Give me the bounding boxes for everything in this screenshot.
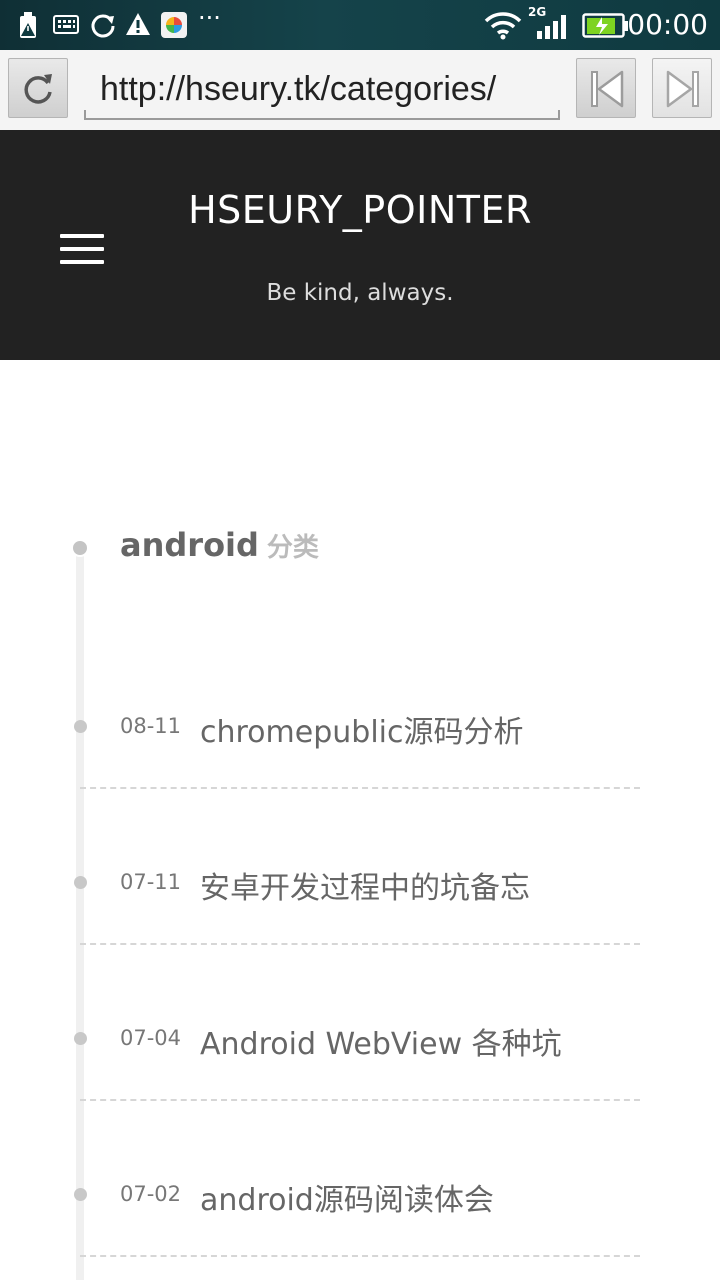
- back-button[interactable]: [576, 58, 636, 118]
- more-notifications-icon: ···: [198, 4, 221, 32]
- browser-toolbar: http://hseury.tk/categories/: [0, 50, 720, 130]
- post-date: 07-11: [120, 870, 182, 894]
- timeline-dot: [74, 1188, 87, 1201]
- sync-icon: [89, 11, 117, 44]
- wifi-icon: [484, 10, 522, 45]
- category-heading: android 分类: [120, 526, 319, 564]
- post-item[interactable]: 07-02 android源码阅读体会: [74, 1101, 640, 1257]
- post-title-link[interactable]: 安卓开发过程中的坑备忘: [200, 863, 530, 907]
- category-archive: android 分类 08-11 chromepublic源码分析 07-11 安…: [0, 360, 720, 1280]
- post-item[interactable]: 07-11 安卓开发过程中的坑备忘: [74, 789, 640, 945]
- category-suffix: 分类: [266, 533, 319, 563]
- signal-icon: [536, 14, 570, 45]
- app-icon: [161, 12, 187, 43]
- keyboard-icon: [53, 14, 79, 41]
- site-subtitle: Be kind, always.: [266, 280, 454, 306]
- post-title-link[interactable]: chromepublic源码分析: [200, 707, 523, 751]
- hamburger-menu-icon[interactable]: [60, 234, 104, 264]
- timeline-dot: [74, 876, 87, 889]
- post-title-link[interactable]: Android WebView 各种坑: [200, 1019, 562, 1063]
- timeline-dot: [71, 539, 89, 557]
- forward-button[interactable]: [652, 58, 712, 118]
- post-date: 08-11: [120, 714, 182, 738]
- timeline-dot: [74, 1032, 87, 1045]
- warning-icon: [125, 11, 151, 42]
- timeline-dot: [74, 720, 87, 733]
- clock: 00:00: [627, 8, 708, 41]
- url-input[interactable]: http://hseury.tk/categories/: [84, 62, 560, 120]
- post-title-link[interactable]: android源码阅读体会: [200, 1175, 494, 1219]
- status-bar: ··· 2G 00:00: [0, 0, 720, 50]
- battery-charging-icon: [582, 13, 630, 44]
- battery-alert-icon: [16, 11, 42, 44]
- post-date: 07-04: [120, 1026, 182, 1050]
- category-name: android: [120, 526, 259, 564]
- post-item[interactable]: 07-04 Android WebView 各种坑: [74, 945, 640, 1101]
- post-date: 07-02: [120, 1182, 182, 1206]
- reload-button[interactable]: [8, 58, 68, 118]
- site-title[interactable]: HSEURY_POINTER: [0, 188, 720, 232]
- post-item[interactable]: 08-11 chromepublic源码分析: [74, 633, 640, 789]
- site-header: HSEURY_POINTER Be kind, always.: [0, 130, 720, 360]
